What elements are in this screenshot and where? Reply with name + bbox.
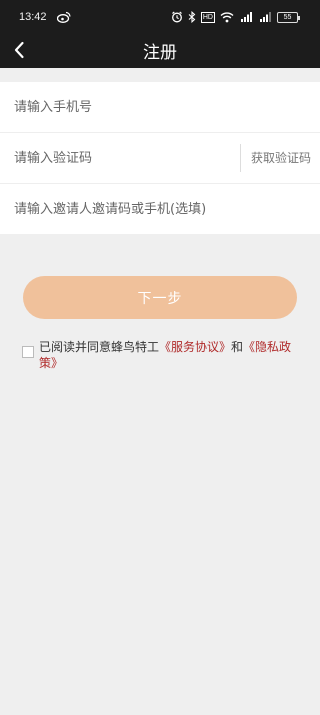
invite-row [0,184,320,234]
alarm-icon [171,11,182,23]
agreement-text: 已阅读并同意蜂鸟特工《服务协议》和《隐私政策》 [39,339,302,371]
agreement: 已阅读并同意蜂鸟特工《服务协议》和《隐私政策》 [22,339,302,371]
hd-icon: HD [200,11,215,23]
signal-icon [260,12,271,22]
bluetooth-icon [188,11,196,23]
get-code-button[interactable]: 获取验证码 [251,149,311,166]
app-header: 13:42 HD 55 注册 [0,0,320,68]
wifi-icon [220,12,234,23]
battery-icon: 55 [277,11,300,23]
phone-row [0,82,320,133]
nav-bar: 注册 [0,34,320,68]
agree-checkbox[interactable] [22,346,34,358]
agreement-and: 和 [231,340,244,354]
invite-code-input[interactable] [14,194,304,224]
page-title: 注册 [143,43,177,63]
status-bar: 13:42 HD 55 [0,0,320,34]
divider [240,144,241,172]
status-time: 13:42 [19,11,47,23]
register-form: 获取验证码 [0,82,320,234]
next-step-button[interactable]: 下一步 [23,276,297,319]
weibo-icon [57,11,71,23]
phone-input[interactable] [14,92,234,122]
agreement-prefix: 已阅读并同意蜂鸟特工 [39,340,160,354]
service-agreement-link[interactable]: 《服务协议》 [159,340,231,354]
code-row: 获取验证码 [0,133,320,184]
signal-icon [241,12,252,22]
status-icons: HD 55 [171,10,300,24]
verification-code-input[interactable] [14,143,234,173]
